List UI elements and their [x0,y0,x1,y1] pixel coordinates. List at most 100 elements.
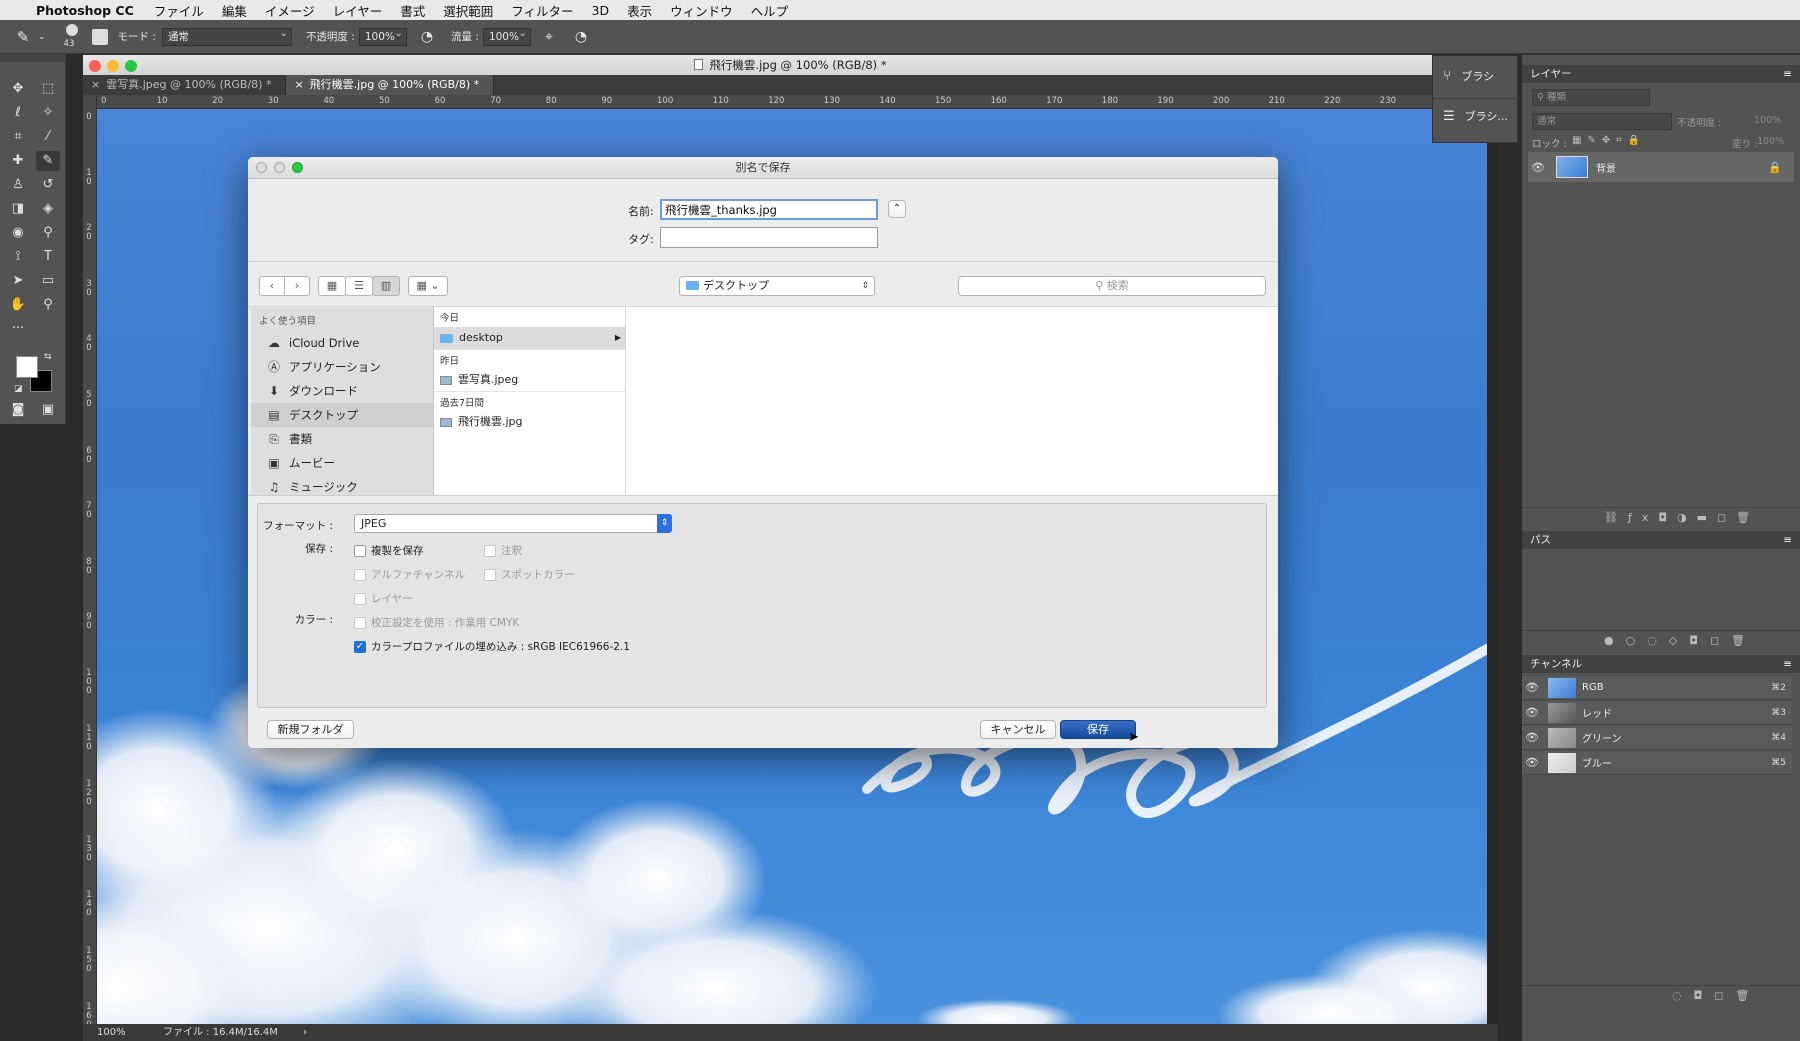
paint-bucket-tool-icon[interactable]: ◈ [36,199,60,219]
search-input[interactable]: ⚲ 検索 [958,276,1266,296]
visibility-eye-icon[interactable]: 👁 [1522,756,1542,769]
visibility-eye-icon[interactable]: 👁 [1522,681,1542,694]
swap-colors-icon[interactable]: ⇆ [44,352,52,362]
menu-image[interactable]: イメージ [265,1,315,20]
zoom-window-button[interactable] [125,60,137,72]
tab-cloud-photo[interactable]: × 雲写真.jpeg @ 100% (RGB/8) * [83,75,287,95]
list-item-contrail[interactable]: 飛行機雲.jpg [434,411,625,433]
layer-filter-input[interactable]: ⚲ 種類 [1532,89,1650,106]
type-tool-icon[interactable]: T [36,247,60,267]
tab-contrail[interactable]: × 飛行機雲.jpg @ 100% (RGB/8) * [286,75,495,95]
channels-panel-title[interactable]: チャンネル [1530,658,1582,670]
menu-3d[interactable]: 3D [592,3,610,18]
format-select[interactable]: JPEG ⇕ [354,514,672,533]
default-colors-icon[interactable]: ◪ [14,384,23,394]
embed-color-profile-checkbox[interactable]: ✓ カラープロファイルの埋め込み : sRGB IEC61966-2.1 [354,639,630,654]
proof-setup-checkbox[interactable]: 校正設定を使用 : 作業用 CMYK [354,615,519,630]
zoom-tool-icon[interactable]: ⚲ [36,295,60,315]
menu-layer[interactable]: レイヤー [333,1,383,20]
screen-mode-icon[interactable]: ▣ [36,400,60,420]
chevron-down-icon[interactable]: ⌄ [38,32,46,42]
menu-select[interactable]: 選択範囲 [443,1,493,20]
marquee-tool-icon[interactable]: ⬚ [36,79,60,99]
blur-tool-icon[interactable]: ◉ [6,223,30,243]
file-name-input[interactable]: 飛行機雲_thanks.jpg [660,199,878,220]
save-button[interactable]: 保存 [1060,720,1136,739]
pressure-opacity-icon[interactable]: ◔ [421,29,433,45]
stamp-tool-icon[interactable]: ♙ [6,175,30,195]
opacity-input[interactable]: 100% [358,26,407,46]
path-actions-icons[interactable]: ●○◌◇◘◻🗑 [1604,634,1757,647]
back-button[interactable]: ‹ [259,276,285,296]
gallery-view-button[interactable]: ▦ ⌄ [408,276,448,296]
cancel-button[interactable]: キャンセル [980,720,1056,739]
brush-tool-icon[interactable]: ✎ [36,151,60,171]
lock-icons[interactable]: ▦✎✥⌗🔒 [1572,135,1646,146]
layer-blend-select[interactable]: 通常 [1532,113,1672,130]
list-view-button[interactable]: ☰ [345,276,373,296]
alpha-channels-checkbox[interactable]: アルファチャンネル [354,567,465,582]
menu-edit[interactable]: 編集 [222,1,247,20]
annotations-checkbox[interactable]: 注釈 [484,543,522,558]
brush-tool-icon[interactable]: ✎ [8,28,38,46]
list-item-cloud-photo[interactable]: 雲写真.jpeg [434,369,625,391]
channel-row-blue[interactable]: 👁 ブルー ⌘5 [1522,751,1792,775]
foreground-color-swatch[interactable] [16,356,38,378]
sidebar-item-documents[interactable]: ⎘ 書類 [251,427,433,451]
minimize-window-button[interactable] [107,60,119,72]
sidebar-item-desktop[interactable]: ▤ デスクトップ [251,403,433,427]
menu-view[interactable]: 表示 [627,1,652,20]
lasso-tool-icon[interactable]: ℓ [6,103,30,123]
sidebar-item-applications[interactable]: Ⓐ アプリケーション [251,355,433,379]
ruler-vertical[interactable]: 0 1 0 2 0 3 0 4 0 5 0 6 0 7 0 8 0 9 0 1 0 0 1 1 0 1 … [83,95,97,1030]
visibility-eye-icon[interactable]: 👁 [1522,731,1542,744]
visibility-eye-icon[interactable]: 👁 [1528,161,1548,174]
location-select[interactable]: デスクトップ ⇕ [679,276,875,296]
fill-value[interactable]: 100% [1757,136,1784,147]
spot-colors-checkbox[interactable]: スポットカラー [484,567,575,582]
menu-help[interactable]: ヘルプ [751,1,789,20]
dialog-minimize-button[interactable] [274,162,285,173]
app-menu[interactable]: Photoshop CC [36,3,134,18]
panel-menu-icon[interactable]: ≡ [1783,531,1792,549]
flow-input[interactable]: 100% [482,26,531,46]
airbrush-icon[interactable]: ⌖ [545,29,553,45]
visibility-eye-icon[interactable]: 👁 [1522,706,1542,719]
new-folder-button[interactable]: 新規フォルダ [267,720,354,739]
channel-actions-icons[interactable]: ◌◘◻🗑 [1672,989,1761,1002]
quick-select-tool-icon[interactable]: ✧ [36,103,60,123]
close-tab-icon[interactable]: × [294,78,303,91]
list-item-desktop-folder[interactable]: desktop ▶ [434,327,625,349]
channel-row-red[interactable]: 👁 レッド ⌘3 [1522,701,1792,725]
more-tools-icon[interactable]: ··· [6,319,30,339]
layer-name[interactable]: 背景 [1596,160,1616,175]
dialog-close-button[interactable] [256,162,267,173]
mode-select[interactable]: 通常 [161,26,292,46]
move-tool-icon[interactable]: ✥ [6,79,30,99]
menu-type[interactable]: 書式 [400,1,425,20]
layers-checkbox[interactable]: レイヤー [354,591,413,606]
brush-settings-icon[interactable] [91,28,108,45]
channel-row-green[interactable]: 👁 グリーン ⌘4 [1522,726,1792,750]
history-brush-tool-icon[interactable]: ↺ [36,175,60,195]
panel-menu-icon[interactable]: ≡ [1783,65,1792,83]
quick-mask-icon[interactable]: ◙ [6,400,30,420]
menu-filter[interactable]: フィルター [511,1,573,20]
pressure-size-icon[interactable]: ◔ [575,29,587,45]
sidebar-item-icloud[interactable]: ☁ iCloud Drive [251,331,433,355]
layer-opacity-value[interactable]: 100% [1754,115,1781,126]
close-window-button[interactable] [89,60,101,72]
icon-view-button[interactable]: ▦ [318,276,346,296]
sidebar-item-downloads[interactable]: ⬇ ダウンロード [251,379,433,403]
paths-panel-title[interactable]: パス [1530,534,1551,546]
eyedropper-tool-icon[interactable]: ⁄ [36,127,60,147]
layer-row[interactable]: 👁 背景 🔒 [1528,152,1794,182]
close-tab-icon[interactable]: × [91,78,100,91]
menu-file[interactable]: ファイル [154,1,204,20]
dodge-tool-icon[interactable]: ⚲ [36,223,60,243]
brush-preset-picker[interactable]: 43 [60,22,84,52]
tags-input[interactable] [660,227,878,248]
layers-panel-title[interactable]: レイヤー [1530,68,1572,80]
panel-menu-icon[interactable]: ≡ [1783,655,1792,673]
hand-tool-icon[interactable]: ✋ [6,295,30,315]
